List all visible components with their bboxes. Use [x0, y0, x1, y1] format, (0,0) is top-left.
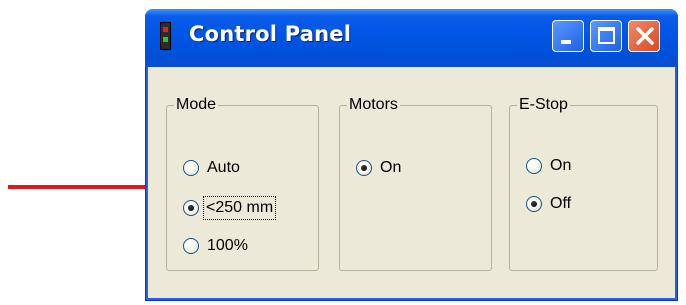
close-button[interactable] [628, 20, 660, 52]
stage: Control Panel Mode Auto <250 mm 100% Mot… [0, 0, 686, 305]
estop-on-label[interactable]: On [550, 156, 571, 176]
motors-option-on[interactable]: On [356, 156, 401, 180]
estop-group: E-Stop On Off [509, 95, 658, 271]
title-bar[interactable]: Control Panel [145, 9, 678, 67]
estop-option-on[interactable]: On [526, 154, 571, 178]
maximize-button[interactable] [590, 20, 622, 52]
minimize-button[interactable] [552, 20, 584, 52]
minimize-icon [561, 40, 571, 44]
close-icon [636, 27, 654, 45]
motors-group: Motors On [339, 95, 492, 271]
motors-on-radio[interactable] [356, 160, 372, 176]
mode-option-lt250mm[interactable]: <250 mm [183, 196, 277, 220]
mode-group: Mode Auto <250 mm 100% [166, 95, 319, 271]
motors-group-legend: Motors [347, 95, 400, 115]
motors-on-label[interactable]: On [380, 158, 401, 178]
mode-100-radio[interactable] [183, 238, 199, 254]
estop-off-radio[interactable] [526, 196, 542, 212]
estop-group-legend: E-Stop [517, 95, 570, 115]
maximize-icon [598, 27, 615, 44]
mode-auto-radio[interactable] [183, 160, 199, 176]
mode-lt250mm-label[interactable]: <250 mm [202, 196, 277, 220]
estop-option-off[interactable]: Off [526, 192, 571, 216]
mode-group-legend: Mode [174, 95, 219, 115]
mode-auto-label[interactable]: Auto [207, 158, 240, 178]
estop-off-label[interactable]: Off [550, 194, 571, 214]
mode-option-auto[interactable]: Auto [183, 156, 240, 180]
control-panel-window: Control Panel Mode Auto <250 mm 100% Mot… [145, 9, 678, 301]
estop-on-radio[interactable] [526, 158, 542, 174]
annotation-arrow-icon [8, 178, 166, 196]
mode-option-100[interactable]: 100% [183, 234, 248, 258]
mode-100-label[interactable]: 100% [207, 236, 248, 256]
mode-lt250mm-radio[interactable] [183, 200, 199, 216]
traffic-light-app-icon [160, 22, 171, 50]
window-title: Control Panel [189, 22, 352, 46]
